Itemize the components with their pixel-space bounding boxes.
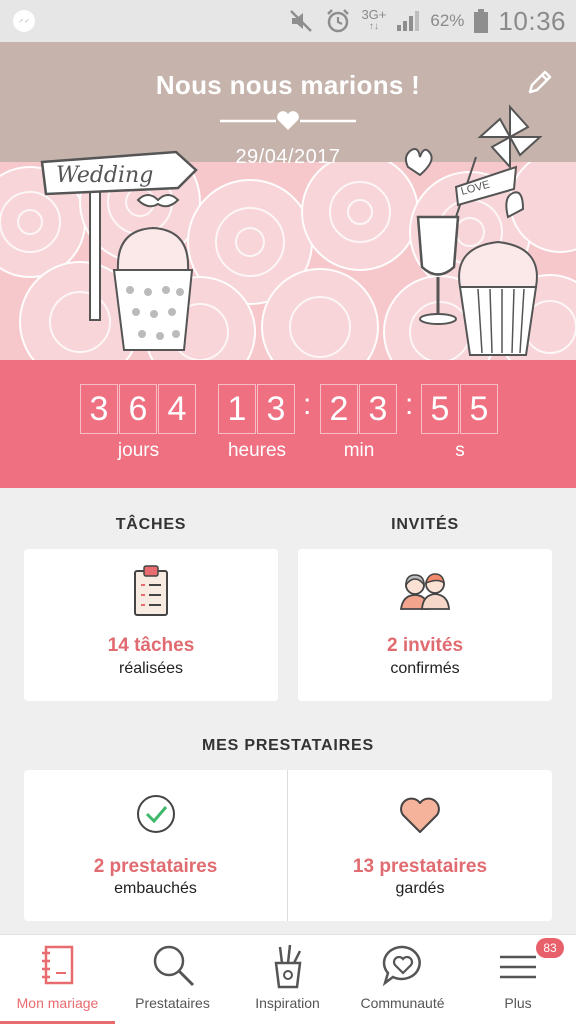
- signal-icon: [397, 11, 420, 31]
- clock: 10:36: [498, 5, 566, 36]
- countdown-minutes: 2 3: [320, 384, 397, 434]
- battery-icon: [474, 9, 489, 33]
- notification-badge: 83: [536, 938, 564, 958]
- seconds-digit: 5: [460, 384, 498, 434]
- chat-heart-icon: [382, 945, 421, 987]
- nav-label: Plus: [504, 995, 532, 1011]
- nav-label: Communauté: [360, 995, 445, 1011]
- bottom-navigation: Mon mariage Prestataires Inspiration Com…: [0, 934, 576, 1024]
- guests-card[interactable]: 2 invités confirmés: [298, 549, 552, 701]
- hired-vendors[interactable]: 2 prestataires embauchés: [24, 770, 287, 921]
- vendors-card: 2 prestataires embauchés 13 prestataires…: [24, 770, 552, 921]
- nav-inspiration[interactable]: Inspiration: [230, 935, 345, 1024]
- nav-plus[interactable]: 83 Plus: [460, 935, 576, 1024]
- network-type: 3G+ ↑↓: [361, 7, 387, 32]
- hours-digit: 3: [257, 384, 295, 434]
- check-circle-icon: [136, 795, 175, 833]
- notebook-icon: [41, 945, 73, 985]
- tasks-status: réalisées: [118, 660, 184, 677]
- heart-icon: [400, 797, 440, 833]
- nav-prestataires[interactable]: Prestataires: [115, 935, 230, 1024]
- saved-vendors-count: 13 prestataires: [352, 856, 488, 877]
- countdown-days: 3 6 4: [80, 384, 196, 434]
- guests-section-title: INVITÉS: [391, 516, 459, 533]
- minutes-digit: 3: [359, 384, 397, 434]
- tasks-section-title: TÂCHES: [115, 516, 187, 533]
- saved-vendors-status: gardés: [395, 880, 445, 897]
- seconds-label: s: [455, 440, 465, 461]
- hours-label: heures: [227, 440, 287, 461]
- heart-divider: [220, 111, 356, 130]
- seconds-digit: 5: [421, 384, 459, 434]
- days-digit: 6: [119, 384, 157, 434]
- messenger-icon: [13, 10, 35, 32]
- wedding-header: Nous nous marions ! 29/04/2017 Wedding L…: [0, 42, 576, 360]
- nav-mon-mariage[interactable]: Mon mariage: [0, 935, 115, 1024]
- minutes-digit: 2: [320, 384, 358, 434]
- menu-icon: [500, 955, 536, 979]
- saved-vendors[interactable]: 13 prestataires gardés: [288, 770, 552, 921]
- search-icon: [153, 945, 194, 987]
- countdown-seconds: 5 5: [421, 384, 498, 434]
- svg-text:Wedding: Wedding: [56, 163, 153, 188]
- minutes-label: min: [343, 440, 375, 461]
- hours-digit: 1: [218, 384, 256, 434]
- vendors-section-title: MES PRESTATAIRES: [202, 737, 374, 754]
- nav-label: Prestataires: [135, 995, 210, 1011]
- countdown-separator: :: [405, 388, 414, 421]
- hired-vendors-count: 2 prestataires: [93, 856, 218, 877]
- battery-percent: 62%: [430, 11, 465, 30]
- cocktail-cupcake-illustration: LOVE: [404, 104, 543, 356]
- nav-communaute[interactable]: Communauté: [345, 935, 460, 1024]
- nav-label: Mon mariage: [16, 995, 99, 1011]
- guests-couple-icon: [399, 573, 450, 610]
- clipboard-icon: [134, 565, 168, 616]
- days-digit: 4: [158, 384, 196, 434]
- tasks-count: 14 tâches: [107, 635, 195, 656]
- edit-pencil-icon[interactable]: [526, 68, 554, 96]
- days-digit: 3: [80, 384, 118, 434]
- countdown-timer: 3 6 4 1 3 : 2 3 : 5 5 jours heures min s: [0, 360, 576, 488]
- wedding-sign-cupcake-illustration: Wedding: [40, 150, 198, 351]
- nav-label: Inspiration: [255, 995, 320, 1011]
- countdown-hours: 1 3: [218, 384, 295, 434]
- guests-count: 2 invités: [386, 635, 464, 656]
- tasks-card[interactable]: 14 tâches réalisées: [24, 549, 278, 701]
- hired-vendors-status: embauchés: [114, 880, 197, 897]
- status-bar: 3G+ ↑↓ 62% 10:36: [0, 0, 576, 42]
- mute-icon: [290, 10, 313, 32]
- alarm-icon: [327, 9, 350, 33]
- pencil-cup-icon: [274, 944, 301, 989]
- guests-status: confirmés: [390, 660, 460, 677]
- countdown-separator: :: [303, 388, 312, 421]
- days-label: jours: [117, 440, 160, 461]
